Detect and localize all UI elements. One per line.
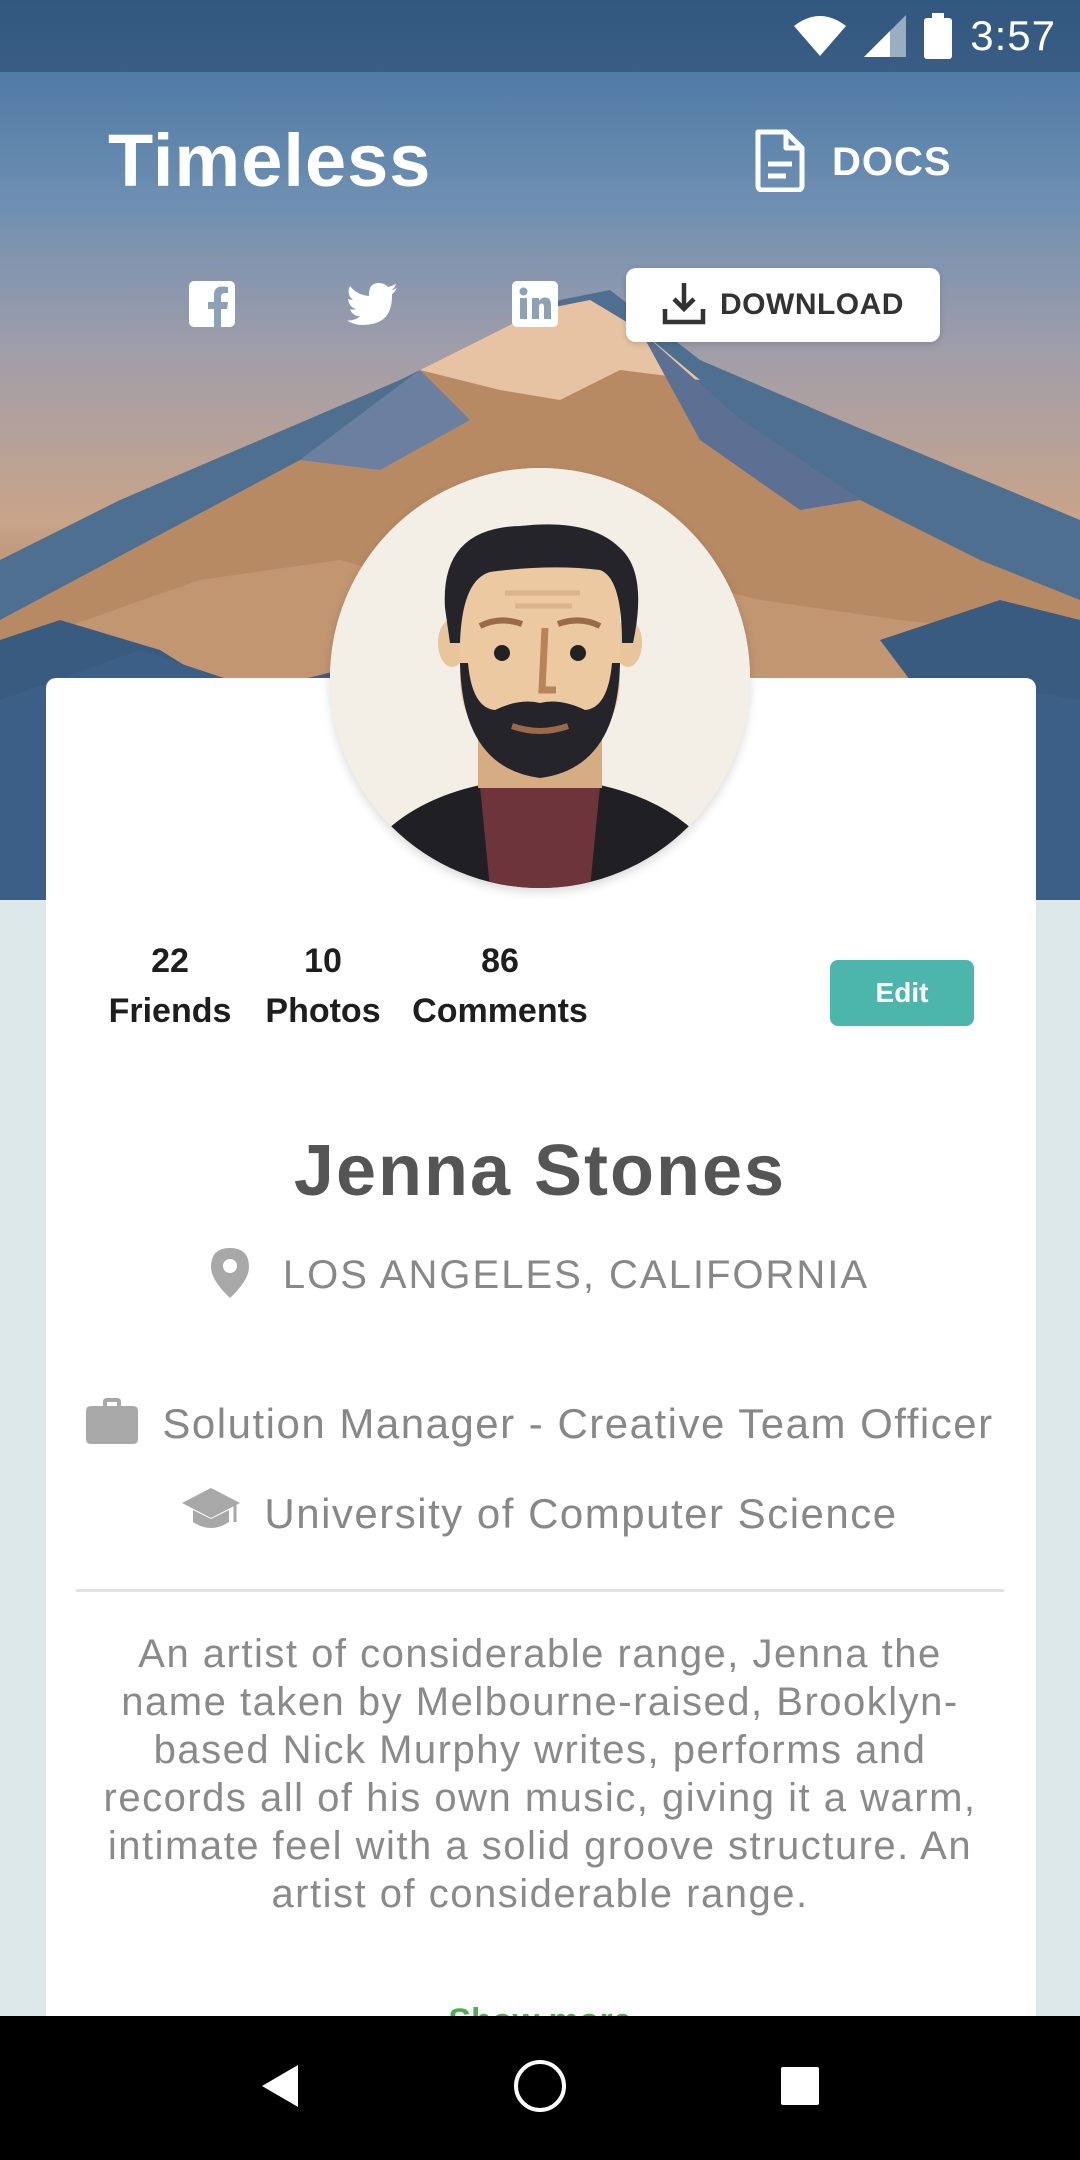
status-time: 3:57 <box>970 12 1056 59</box>
stat-friends-value: 22 <box>151 942 189 980</box>
back-icon <box>262 2064 298 2112</box>
recents-button[interactable] <box>760 2048 840 2128</box>
linkedin-icon <box>512 280 558 332</box>
edit-button[interactable]: Edit <box>830 960 974 1026</box>
home-button[interactable] <box>500 2048 580 2128</box>
stat-comments: 86 Comments <box>410 942 590 1031</box>
stat-photos-label: Photos <box>265 992 381 1030</box>
stat-comments-label: Comments <box>412 992 588 1030</box>
location-text: LOS ANGELES, CALIFORNIA <box>282 1253 870 1297</box>
briefcase-icon <box>86 1398 139 1449</box>
docs-link[interactable]: DOCS <box>752 128 952 197</box>
avatar[interactable] <box>330 468 750 888</box>
download-button[interactable]: DOWNLOAD <box>626 268 940 342</box>
education-row: University of Computer Science <box>0 1488 1080 1539</box>
stat-friends-label: Friends <box>108 992 232 1030</box>
stat-comments-value: 86 <box>481 942 519 980</box>
stat-friends: 22 Friends <box>108 942 232 1031</box>
graduation-cap-icon <box>182 1488 241 1539</box>
brand-title[interactable]: Timeless <box>108 118 431 203</box>
bio-text: An artist of considerable range, Jenna t… <box>103 1632 977 1916</box>
job-row: Solution Manager - Creative Team Officer <box>0 1398 1080 1449</box>
linkedin-button[interactable] <box>505 278 565 334</box>
stat-photos-value: 10 <box>304 942 342 980</box>
system-nav-bar <box>0 2016 1080 2160</box>
wifi-icon <box>794 16 847 56</box>
location-row: LOS ANGELES, CALIFORNIA <box>0 1248 1080 1303</box>
education-text: University of Computer Science <box>264 1489 898 1537</box>
job-title: Solution Manager - Creative Team Officer <box>162 1399 994 1447</box>
status-bar: 3:57 <box>0 0 1080 72</box>
battery-icon <box>924 13 953 59</box>
download-icon <box>662 281 706 330</box>
docs-label: DOCS <box>832 140 952 184</box>
twitter-icon <box>347 282 397 330</box>
stat-photos: 10 Photos <box>262 942 384 1031</box>
avatar-illustration <box>330 468 750 888</box>
back-button[interactable] <box>240 2048 320 2128</box>
facebook-icon <box>189 280 235 332</box>
divider <box>76 1589 1004 1592</box>
download-label: DOWNLOAD <box>720 288 904 321</box>
home-icon <box>512 2058 568 2119</box>
signal-icon <box>864 15 907 57</box>
location-pin-icon <box>210 1248 249 1303</box>
document-icon <box>752 128 808 197</box>
recents-icon <box>781 2066 819 2110</box>
facebook-button[interactable] <box>182 278 242 334</box>
profile-name: Jenna Stones <box>293 1131 787 1211</box>
twitter-button[interactable] <box>342 278 402 334</box>
